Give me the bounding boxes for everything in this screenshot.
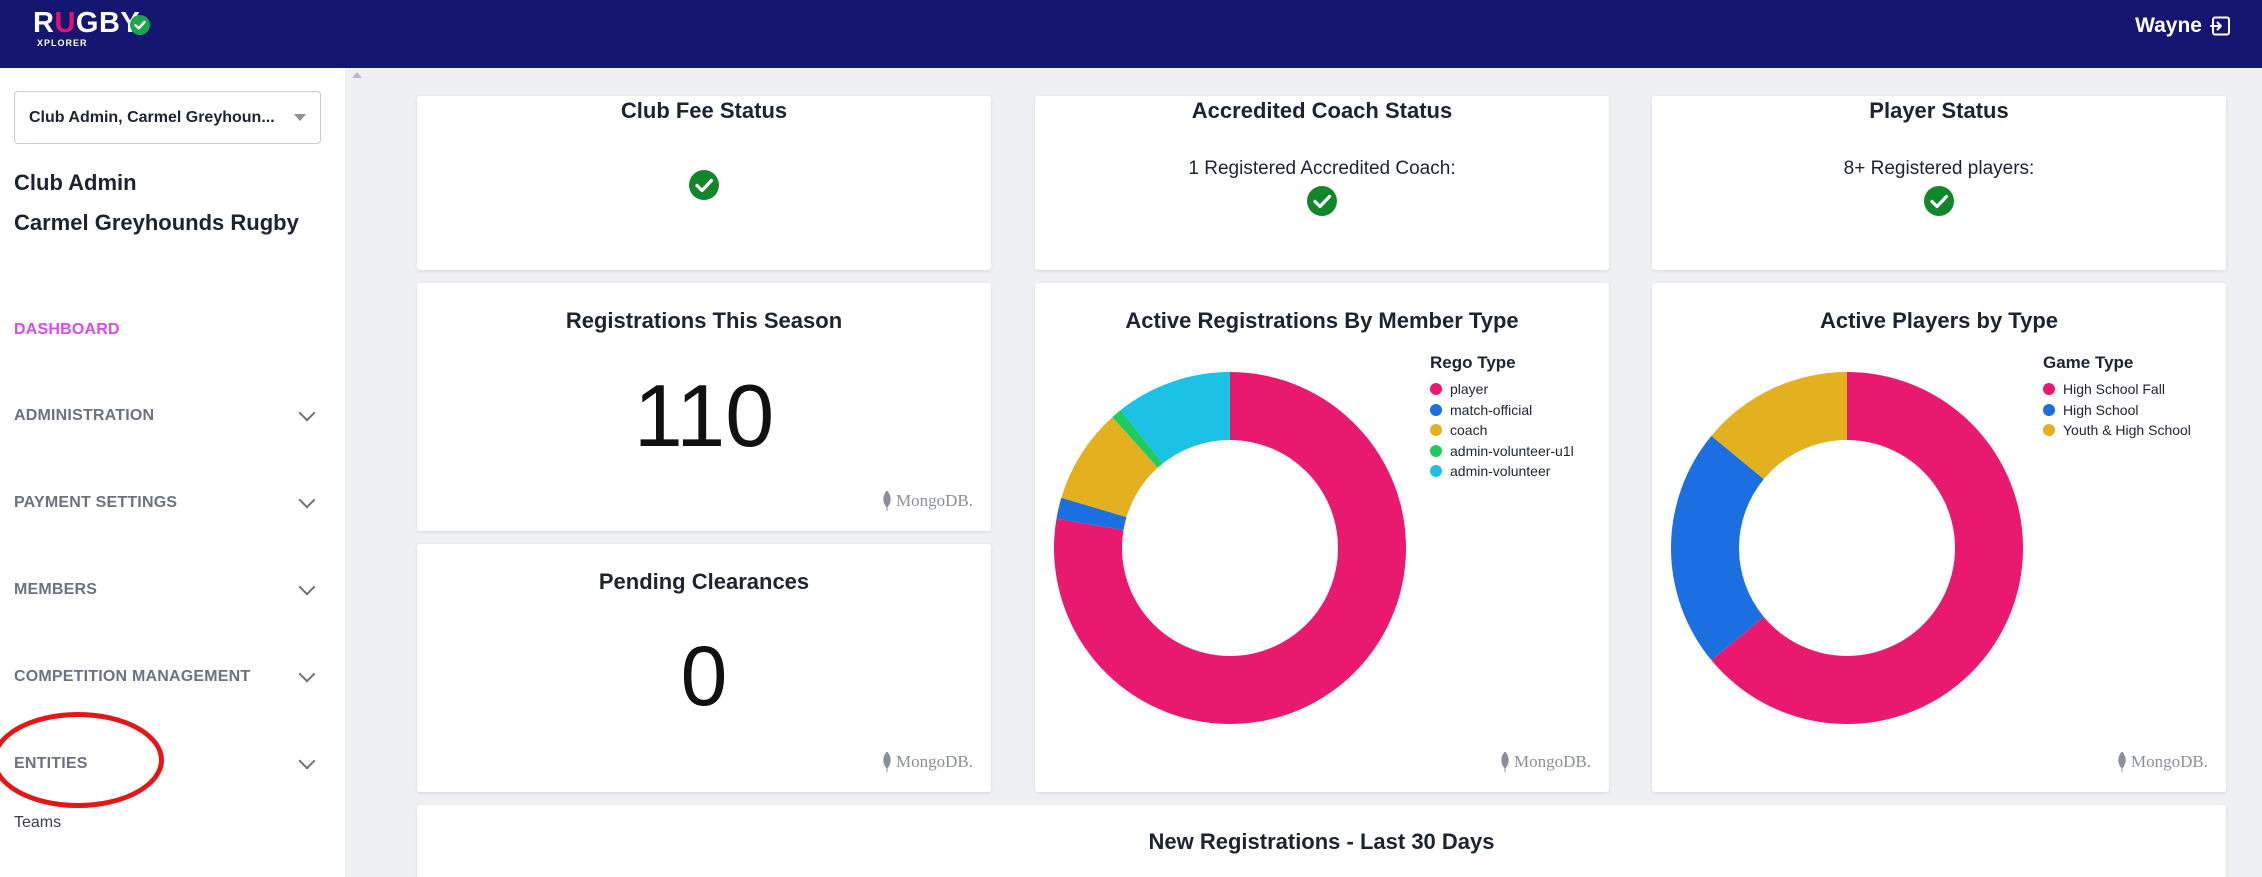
- registrations-this-season-card: Registrations This Season 110 MongoDB.: [417, 283, 991, 531]
- legend-label: coach: [1450, 422, 1488, 439]
- legend-title: Rego Type: [1430, 353, 1516, 372]
- sidebar-item-members[interactable]: MEMBERS: [14, 578, 319, 599]
- legend-label: admin-volunteer: [1450, 463, 1551, 480]
- sidebar-item-label: ENTITIES: [14, 755, 88, 772]
- legend-items: player match-official coach admin-volunteer…: [1430, 379, 1574, 482]
- card-title: New Registrations - Last 30 Days: [1148, 829, 1495, 854]
- sidebar-item-label: ADMINISTRATION: [14, 407, 155, 424]
- legend-swatch: [1430, 383, 1442, 396]
- mongodb-badge: MongoDB.: [2117, 752, 2208, 772]
- club-fee-status-card: Club Fee Status: [417, 96, 991, 270]
- legend-item[interactable]: match-official: [1430, 400, 1574, 421]
- organisation-select-value: Club Admin, Carmel Greyhoun...: [29, 108, 275, 126]
- mongodb-label: MongoDB.: [2131, 752, 2208, 771]
- legend-label: match-official: [1450, 401, 1533, 418]
- legend-swatch: [1430, 465, 1442, 478]
- legend-label: High School: [2063, 401, 2139, 418]
- mongodb-leaf-icon: [883, 752, 891, 772]
- registrations-count: 110: [633, 366, 775, 465]
- top-bar: RUGBY XPLORER Wayne: [0, 0, 2262, 68]
- legend-item[interactable]: High School: [2043, 400, 2191, 421]
- card-title: Pending Clearances: [598, 569, 810, 594]
- logo-subtitle: XPLORER: [37, 38, 88, 48]
- chart-legend: Rego Type player match-official coach admin…: [1430, 353, 1574, 482]
- mongodb-label: MongoDB.: [1514, 752, 1591, 771]
- legend-swatch: [1430, 403, 1442, 416]
- user-role: Club Admin: [14, 170, 137, 195]
- sidebar-item-label: DASHBOARD: [14, 321, 120, 338]
- legend-label: Youth & High School: [2063, 422, 2191, 439]
- pending-clearances-count: 0: [680, 629, 728, 723]
- mongodb-leaf-icon: [883, 491, 891, 511]
- chevron-down-icon: [298, 491, 316, 509]
- check-circle-icon: [689, 170, 719, 200]
- legend-item[interactable]: High School Fall: [2043, 379, 2191, 400]
- coach-status-text: 1 Registered Accredited Coach:: [1188, 158, 1456, 179]
- organisation-select[interactable]: Club Admin, Carmel Greyhoun...: [14, 91, 321, 144]
- mongodb-leaf-icon: [1501, 752, 1509, 772]
- mongodb-badge: MongoDB.: [882, 752, 973, 772]
- legend-item[interactable]: coach: [1430, 420, 1574, 441]
- check-circle-icon: [1307, 186, 1337, 216]
- logo-wordmark: RUGBY: [33, 7, 141, 39]
- sidebar-subitem-teams[interactable]: Teams: [14, 814, 61, 832]
- legend-item[interactable]: admin-volunteer-u1l: [1430, 441, 1574, 462]
- new-registrations-card: New Registrations - Last 30 Days: [417, 805, 2226, 877]
- chevron-down-icon: [298, 578, 316, 596]
- verified-check-icon: [130, 15, 150, 35]
- mongodb-badge: MongoDB.: [1500, 752, 1591, 772]
- user-name: Wayne: [2135, 14, 2202, 37]
- legend-swatch: [1430, 444, 1442, 457]
- mongodb-badge: MongoDB.: [882, 491, 973, 511]
- card-title: Accredited Coach Status: [1191, 98, 1453, 123]
- player-status-text: 8+ Registered players:: [1843, 158, 2035, 179]
- accredited-coach-status-card: Accredited Coach Status 1 Registered Acc…: [1035, 96, 1609, 270]
- sidebar-item-competition-management[interactable]: COMPETITION MANAGEMENT: [14, 665, 319, 686]
- sidebar-item-label: COMPETITION MANAGEMENT: [14, 668, 251, 685]
- card-title: Club Fee Status: [620, 98, 788, 123]
- card-title: Player Status: [1869, 98, 2009, 123]
- legend-swatch: [2043, 383, 2055, 396]
- logout-icon[interactable]: [2210, 15, 2232, 37]
- user-menu[interactable]: Wayne: [2135, 14, 2232, 38]
- donut-slice-high-school[interactable]: [1671, 435, 1764, 661]
- legend-label: player: [1450, 381, 1489, 398]
- chevron-down-icon: [298, 404, 316, 422]
- legend-item[interactable]: player: [1430, 379, 1574, 400]
- legend-label: admin-volunteer-u1l: [1450, 442, 1574, 459]
- caret-down-icon: [294, 114, 306, 121]
- sidebar-item-dashboard[interactable]: DASHBOARD: [14, 321, 319, 339]
- scroll-up-arrow-icon[interactable]: [352, 72, 362, 78]
- sidebar-item-administration[interactable]: ADMINISTRATION: [14, 404, 319, 425]
- chevron-down-icon: [298, 665, 316, 683]
- card-title: Registrations This Season: [565, 308, 843, 333]
- legend-items: High School Fall High School Youth & High …: [2043, 379, 2191, 441]
- legend-title: Game Type: [2043, 353, 2134, 372]
- legend-swatch: [2043, 424, 2055, 437]
- legend-label: High School Fall: [2063, 381, 2165, 398]
- active-registrations-chart-card: Active Registrations By Member Type Rego…: [1035, 283, 1609, 792]
- organisation-name: Carmel Greyhounds Rugby: [14, 210, 299, 235]
- mongodb-leaf-icon: [2118, 752, 2126, 772]
- check-circle-icon: [1924, 186, 1954, 216]
- player-status-card: Player Status 8+ Registered players:: [1652, 96, 2226, 270]
- active-players-chart-card: Active Players by Type Game Type High Sc…: [1652, 283, 2226, 792]
- legend-swatch: [1430, 424, 1442, 437]
- legend-item[interactable]: admin-volunteer: [1430, 461, 1574, 482]
- sidebar-item-payment-settings[interactable]: PAYMENT SETTINGS: [14, 491, 319, 512]
- sidebar-scrollbar[interactable]: [345, 68, 375, 877]
- sidebar-item-entities[interactable]: ENTITIES: [14, 752, 319, 773]
- legend-swatch: [2043, 403, 2055, 416]
- chart-legend: Game Type High School Fall High School You…: [2043, 353, 2191, 441]
- pending-clearances-card: Pending Clearances 0 MongoDB.: [417, 544, 991, 792]
- sidebar-item-label: PAYMENT SETTINGS: [14, 494, 178, 511]
- sidebar-item-label: MEMBERS: [14, 581, 98, 598]
- rugby-xplorer-logo[interactable]: RUGBY XPLORER: [33, 8, 140, 48]
- legend-item[interactable]: Youth & High School: [2043, 420, 2191, 441]
- mongodb-label: MongoDB.: [896, 752, 973, 771]
- mongodb-label: MongoDB.: [896, 491, 973, 510]
- chevron-down-icon: [298, 752, 316, 770]
